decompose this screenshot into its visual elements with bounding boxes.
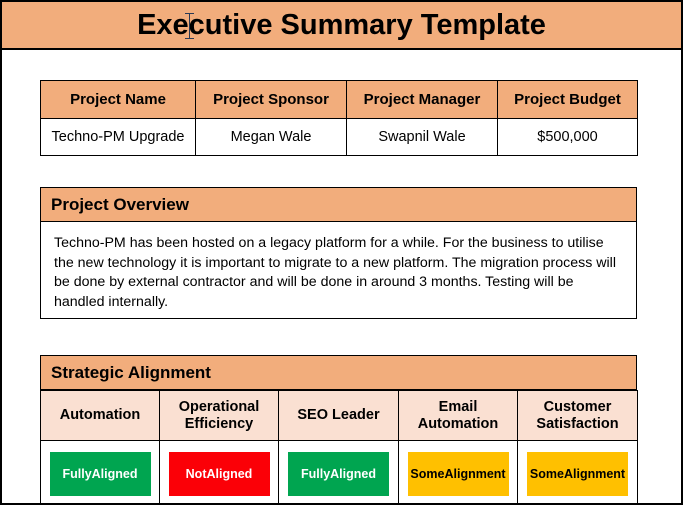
cell-project-manager: Swapnil Wale xyxy=(346,118,498,156)
table-header-row: Project Name Project Sponsor Project Man… xyxy=(40,80,638,119)
alignment-status-cell-customer-satisfaction: Some Alignment xyxy=(517,440,638,503)
document-page: Executive Summary Template Project Name … xyxy=(0,0,683,505)
project-overview-heading: Project Overview xyxy=(51,194,189,214)
column-header-project-sponsor: Project Sponsor xyxy=(195,80,347,119)
project-overview-body: Techno-PM has been hosted on a legacy pl… xyxy=(40,222,637,319)
column-header-project-name: Project Name xyxy=(40,80,196,119)
status-badge-line2: Alignment xyxy=(563,466,626,481)
table-row: Techno-PM Upgrade Megan Wale Swapnil Wal… xyxy=(40,118,638,156)
status-badge-line2: Aligned xyxy=(330,466,376,481)
project-overview-text: Techno-PM has been hosted on a legacy pl… xyxy=(54,235,616,310)
alignment-column-header-seo-leader: SEO Leader xyxy=(278,390,399,441)
alignment-column-header-automation: Automation xyxy=(40,390,160,441)
cell-project-sponsor: Megan Wale xyxy=(195,118,347,156)
status-badge-line2: Aligned xyxy=(91,466,138,481)
strategic-alignment-header: Strategic Alignment xyxy=(40,355,637,390)
status-badge-line1: Not xyxy=(185,466,207,481)
column-header-project-manager: Project Manager xyxy=(346,80,498,119)
status-badge-line1: Some xyxy=(410,466,445,481)
project-overview-header: Project Overview xyxy=(40,187,637,222)
column-header-project-budget: Project Budget xyxy=(497,80,638,119)
project-info-table: Project Name Project Sponsor Project Man… xyxy=(40,80,638,156)
status-badge: Fully Aligned xyxy=(288,452,389,496)
cell-project-name: Techno-PM Upgrade xyxy=(40,118,196,156)
strategic-alignment-section: Strategic Alignment Automation Operation… xyxy=(40,355,638,503)
alignment-status-cell-operational-efficiency: Not Aligned xyxy=(159,440,279,503)
status-badge: Fully Aligned xyxy=(49,452,151,496)
alignment-header-row: Automation Operational Efficiency SEO Le… xyxy=(40,390,638,441)
document-title-band: Executive Summary Template xyxy=(2,2,681,50)
alignment-status-row: Fully Aligned Not Aligned Fully Aligned … xyxy=(40,440,638,503)
status-badge: Some Alignment xyxy=(407,452,509,496)
status-badge-line2: Alignment xyxy=(444,466,506,481)
status-badge-line1: Fully xyxy=(62,466,92,481)
alignment-status-cell-seo-leader: Fully Aligned xyxy=(278,440,399,503)
status-badge-line1: Fully xyxy=(300,466,331,481)
strategic-alignment-table: Automation Operational Efficiency SEO Le… xyxy=(40,390,638,503)
project-overview-section: Project Overview Techno-PM has been host… xyxy=(40,187,637,319)
alignment-column-header-customer-satisfaction: Customer Satisfaction xyxy=(517,390,638,441)
alignment-column-header-operational-efficiency: Operational Efficiency xyxy=(159,390,279,441)
strategic-alignment-heading: Strategic Alignment xyxy=(51,362,211,382)
cell-project-budget: $500,000 xyxy=(497,118,638,156)
status-badge-line1: Some xyxy=(529,466,564,481)
page-title: Executive Summary Template xyxy=(137,8,546,41)
alignment-status-cell-automation: Fully Aligned xyxy=(40,440,160,503)
alignment-column-header-email-automation: Email Automation xyxy=(398,390,518,441)
status-badge: Some Alignment xyxy=(527,452,628,496)
status-badge-line2: Aligned xyxy=(206,466,253,481)
alignment-status-cell-email-automation: Some Alignment xyxy=(398,440,518,503)
status-badge: Not Aligned xyxy=(168,452,270,496)
